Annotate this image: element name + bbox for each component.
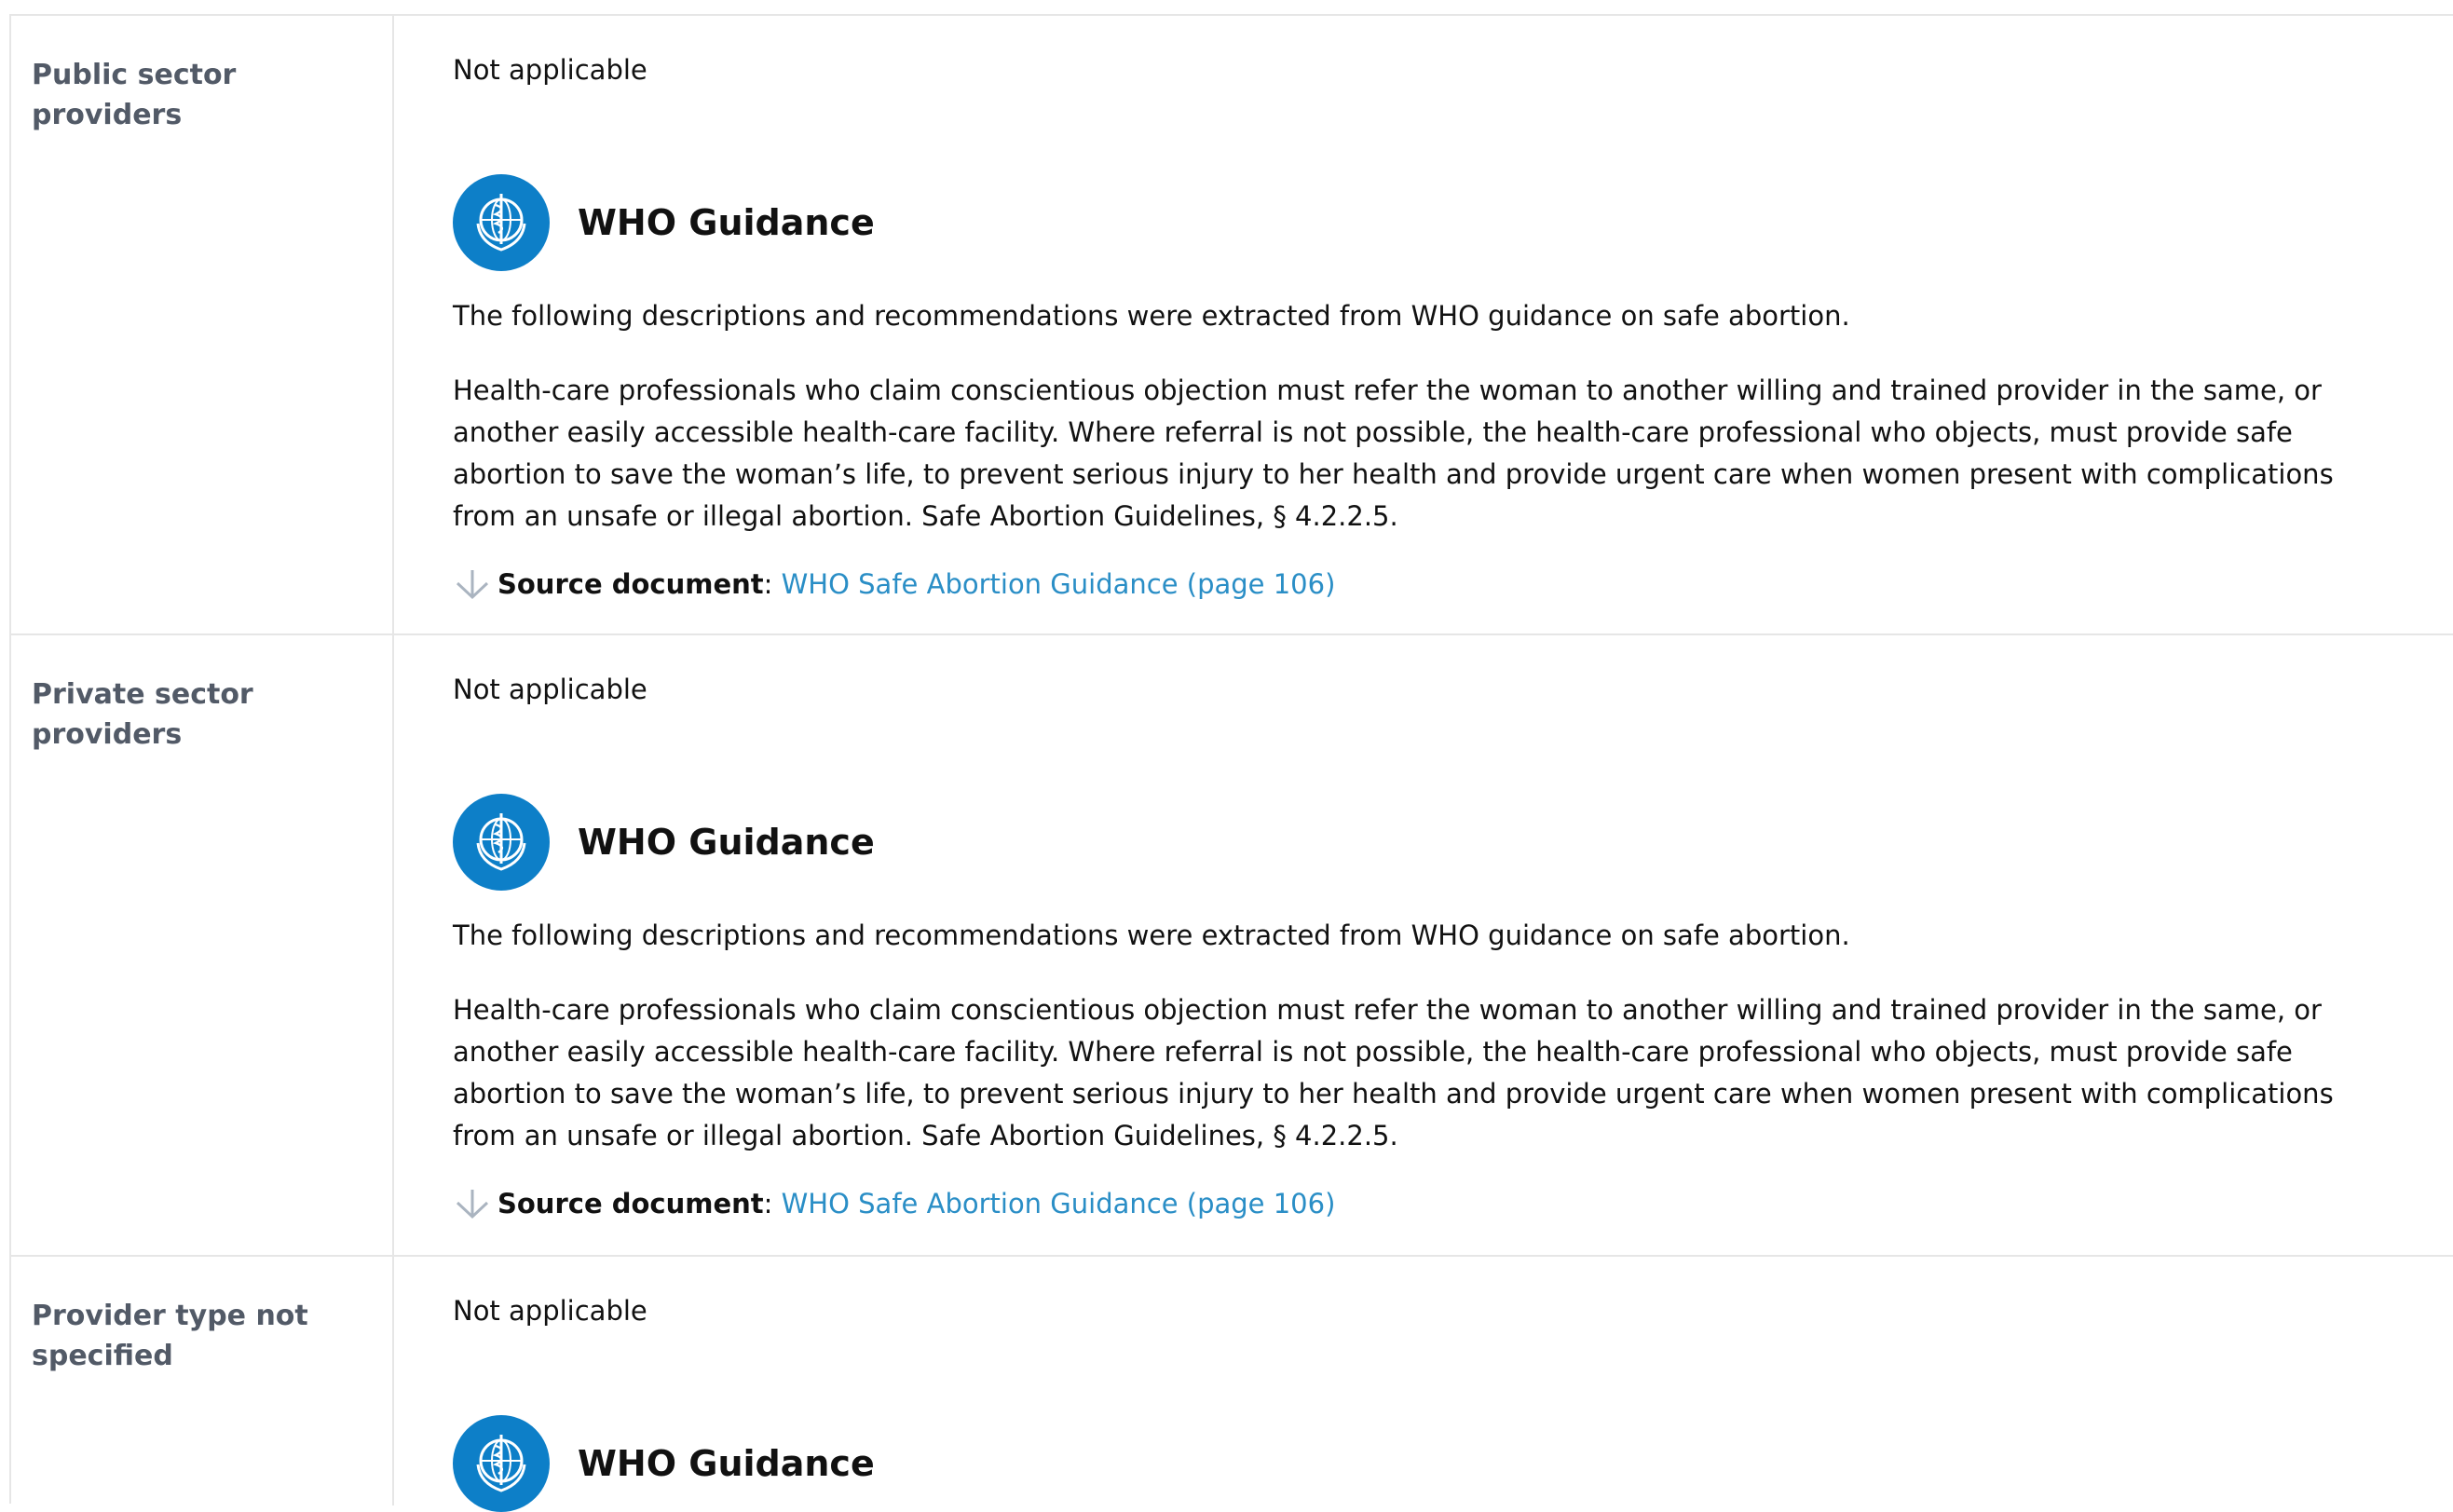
guidance-body: Health-care professionals who claim cons…	[453, 994, 2334, 1151]
source-document-link[interactable]: WHO Safe Abortion Guidance (page 106)	[782, 565, 1336, 603]
source-label: Source document	[497, 1188, 764, 1219]
status-text: Not applicable	[453, 54, 647, 86]
source-document-link[interactable]: WHO Safe Abortion Guidance (page 106)	[782, 1185, 1336, 1222]
status-text: Not applicable	[453, 1295, 647, 1327]
source-separator: :	[763, 568, 773, 600]
status-text: Not applicable	[453, 674, 647, 705]
row-label: Provider type not specified	[32, 1300, 308, 1372]
source-label: Source document	[497, 568, 764, 600]
guidance-body: Health-care professionals who claim cons…	[453, 375, 2334, 532]
guidance-table: Public sector providers Not applicable W…	[9, 14, 2453, 1512]
who-guidance-header: WHO Guidance	[453, 1415, 875, 1512]
row-label: Private sector providers	[32, 678, 253, 751]
who-guidance-title: WHO Guidance	[578, 1443, 875, 1484]
who-guidance-header: WHO Guidance	[453, 174, 875, 271]
who-emblem-icon	[453, 174, 550, 271]
table-row: Public sector providers Not applicable W…	[11, 16, 2453, 633]
who-emblem-icon	[453, 794, 550, 891]
who-guidance-title: WHO Guidance	[578, 822, 875, 863]
table-row: Provider type not specified Not applicab…	[11, 1257, 2453, 1512]
intro-text: The following descriptions and recommend…	[453, 919, 1850, 951]
source-separator: :	[763, 1188, 773, 1219]
row-label: Public sector providers	[32, 59, 237, 131]
intro-text: The following descriptions and recommend…	[453, 300, 1850, 332]
source-document: Source document: WHO Safe Abortion Guida…	[453, 565, 1335, 603]
who-emblem-icon	[453, 1415, 550, 1512]
who-guidance-header: WHO Guidance	[453, 794, 875, 891]
arrow-down-icon	[453, 1187, 492, 1220]
who-guidance-title: WHO Guidance	[578, 202, 875, 243]
table-row: Private sector providers Not applicable …	[11, 635, 2453, 1255]
source-document: Source document: WHO Safe Abortion Guida…	[453, 1185, 1335, 1222]
arrow-down-icon	[453, 567, 492, 601]
